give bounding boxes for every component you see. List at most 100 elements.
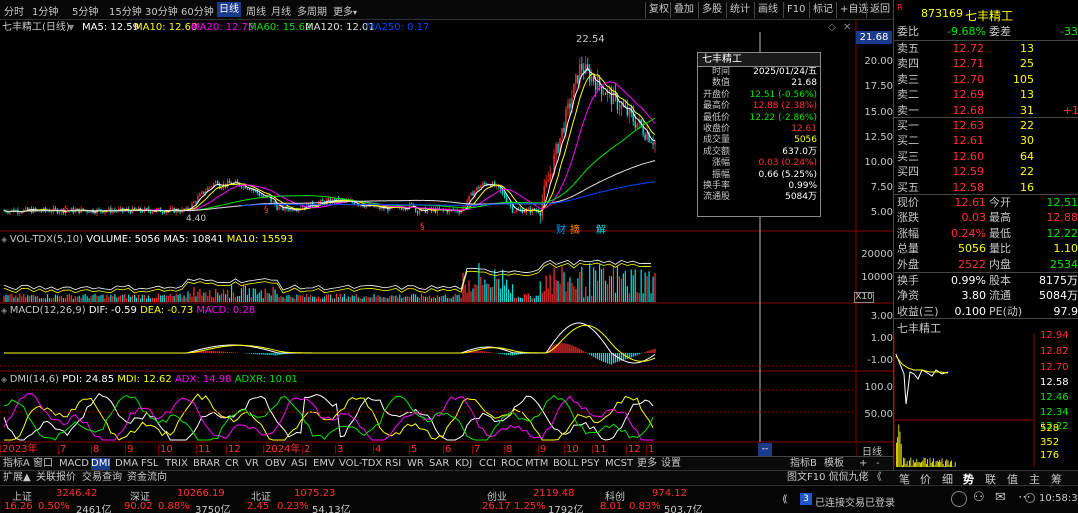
volume-bar bbox=[599, 264, 601, 302]
period-tab-monthly[interactable]: 月线 bbox=[271, 3, 291, 18]
draw-button[interactable]: 画线 bbox=[754, 2, 778, 18]
record-icon[interactable] bbox=[951, 491, 967, 507]
mark-button[interactable]: 标记 bbox=[809, 2, 833, 18]
indicator-tab[interactable]: MTM bbox=[525, 458, 548, 470]
user-icon[interactable]: ⚇ bbox=[973, 490, 985, 505]
volume-bar bbox=[389, 296, 391, 302]
candle-body bbox=[472, 192, 474, 196]
indicator-tab[interactable]: PSY bbox=[581, 458, 600, 470]
indicator-tab[interactable]: VOL-TDX bbox=[339, 458, 382, 470]
message-count-badge[interactable]: 3 bbox=[800, 493, 812, 505]
related-quote-tab[interactable]: 关联报价 bbox=[36, 472, 76, 484]
period-tab-1min[interactable]: 1分钟 bbox=[32, 3, 58, 18]
time-tick: 12 bbox=[628, 444, 641, 455]
arrow-icon[interactable]: ⟪ bbox=[782, 494, 788, 505]
ask-row[interactable]: 卖四 12.71 25 bbox=[894, 56, 1078, 72]
volume-bar bbox=[181, 297, 183, 302]
bid-row[interactable]: 买二 12.61 30 bbox=[894, 133, 1078, 149]
period-tab-15min[interactable]: 15分钟 bbox=[109, 3, 142, 18]
period-tab-intraday[interactable]: 分时 bbox=[4, 3, 24, 18]
finance-marker[interactable]: 财 bbox=[556, 221, 566, 236]
macd-bar bbox=[500, 353, 502, 354]
fund-flow-tab[interactable]: 资金流向 bbox=[127, 472, 167, 484]
period-tab-60min[interactable]: 60分钟 bbox=[181, 3, 214, 18]
indicator-tab[interactable]: ASI bbox=[291, 458, 307, 470]
bid-row[interactable]: 买一 12.63 22 bbox=[894, 118, 1078, 134]
indicator-tab[interactable]: SAR bbox=[429, 458, 449, 470]
volume-bar bbox=[428, 295, 431, 302]
indicator-b-control[interactable]: - bbox=[876, 458, 880, 470]
indicator-tab[interactable]: WR bbox=[407, 458, 424, 470]
multi-stock-button[interactable]: 多股 bbox=[698, 2, 722, 18]
indicator-tab[interactable]: DMI bbox=[91, 458, 111, 470]
mini-vol-bar bbox=[920, 462, 921, 467]
expand-button[interactable]: 扩展▲ bbox=[3, 472, 31, 484]
indicator-tab[interactable]: CCI bbox=[479, 458, 496, 470]
volume-bar bbox=[175, 293, 177, 302]
indicator-tab[interactable]: FSL bbox=[141, 458, 159, 470]
info-key: 最低价 bbox=[702, 112, 730, 123]
indicator-tab[interactable]: RSI bbox=[385, 458, 401, 470]
f10-button[interactable]: F10 bbox=[783, 2, 805, 18]
indicator-tab[interactable]: BRAR bbox=[193, 458, 220, 470]
indicator-tab[interactable]: KDJ bbox=[455, 458, 472, 470]
macd-bar bbox=[504, 353, 506, 355]
f10-links[interactable]: 图文F10 侃侃九佬 《 bbox=[787, 472, 882, 484]
bid-row[interactable]: 买四 12.59 22 bbox=[894, 164, 1078, 180]
bid-row[interactable]: 买三 12.60 64 bbox=[894, 149, 1078, 165]
period-tab-weekly[interactable]: 周线 bbox=[246, 3, 266, 18]
ask-row[interactable]: 卖五 12.72 13 bbox=[894, 41, 1078, 57]
volume-bar bbox=[525, 295, 527, 302]
back-button[interactable]: 返回 bbox=[866, 2, 890, 18]
volume-bar bbox=[405, 296, 407, 302]
mini-vol-bar bbox=[899, 431, 901, 467]
indicator-tab[interactable]: 更多 bbox=[637, 458, 657, 470]
chat-icon[interactable]: ✉ bbox=[995, 490, 1006, 505]
indicator-tab[interactable]: 指标A bbox=[3, 458, 30, 470]
stats-button[interactable]: 统计 bbox=[726, 2, 750, 18]
ask-row[interactable]: 卖三 12.70 105 bbox=[894, 72, 1078, 88]
volume-bar bbox=[614, 292, 617, 302]
sz-price: 10266.19 bbox=[177, 488, 225, 499]
indicator-tab[interactable]: MACD bbox=[59, 458, 89, 470]
ask-row[interactable]: 卖二 12.69 13 bbox=[894, 87, 1078, 103]
indicator-tab[interactable]: ROC bbox=[501, 458, 523, 470]
indicator-tab[interactable]: 设置 bbox=[661, 458, 681, 470]
kc-pct: 0.83% bbox=[629, 501, 661, 512]
period-tab-30min[interactable]: 30分钟 bbox=[145, 3, 178, 18]
indicator-tab[interactable]: 窗口 bbox=[33, 458, 53, 470]
bid-row[interactable]: 买五 12.58 16 bbox=[894, 180, 1078, 196]
unlock-marker[interactable]: 解 bbox=[596, 221, 606, 236]
indicator-tab[interactable]: TRIX bbox=[165, 458, 188, 470]
indicator-tab[interactable]: CR bbox=[225, 458, 239, 470]
level-label: 买三 bbox=[897, 149, 919, 163]
period-tab-daily[interactable]: 日线 bbox=[217, 2, 241, 17]
indicator-b-control[interactable]: 指标B bbox=[790, 458, 817, 470]
add-favorite-button[interactable]: +自选 bbox=[836, 2, 868, 18]
candle-body bbox=[549, 173, 551, 180]
trade-login-status: 交易已登录 bbox=[845, 498, 895, 509]
time-tick: 11 bbox=[198, 444, 211, 455]
adjust-button[interactable]: 复权 bbox=[645, 2, 669, 18]
indicator-tab[interactable]: OBV bbox=[265, 458, 286, 470]
trade-query-tab[interactable]: 交易查询 bbox=[82, 472, 122, 484]
indicator-tab[interactable]: BOLL bbox=[553, 458, 579, 470]
period-tab-5min[interactable]: 5分钟 bbox=[72, 3, 98, 18]
mini-vol-bar bbox=[918, 461, 920, 467]
indicator-tab[interactable]: MCST bbox=[605, 458, 633, 470]
ask-row[interactable]: 卖一 12.68 31 +1 bbox=[894, 103, 1078, 119]
overlay-button[interactable]: 叠加 bbox=[670, 2, 694, 18]
period-tab-more[interactable]: 更多▾ bbox=[333, 3, 357, 18]
indicator-tab[interactable]: VR bbox=[245, 458, 259, 470]
stat-label: 最低 bbox=[989, 226, 1011, 240]
indicator-b-control[interactable]: + bbox=[859, 458, 867, 470]
indicator-tab[interactable]: DMA bbox=[115, 458, 138, 470]
info-value: 12.88 (2.38%) bbox=[752, 101, 817, 112]
time-tick-mark bbox=[125, 445, 126, 454]
summary-marker[interactable]: 摘 bbox=[570, 221, 580, 236]
macd-bar bbox=[217, 351, 219, 353]
indicator-tab[interactable]: EMV bbox=[313, 458, 335, 470]
volume-bar bbox=[506, 279, 508, 302]
indicator-b-control[interactable]: 模板 bbox=[824, 458, 844, 470]
period-tab-multi[interactable]: 多周期 bbox=[297, 3, 327, 18]
